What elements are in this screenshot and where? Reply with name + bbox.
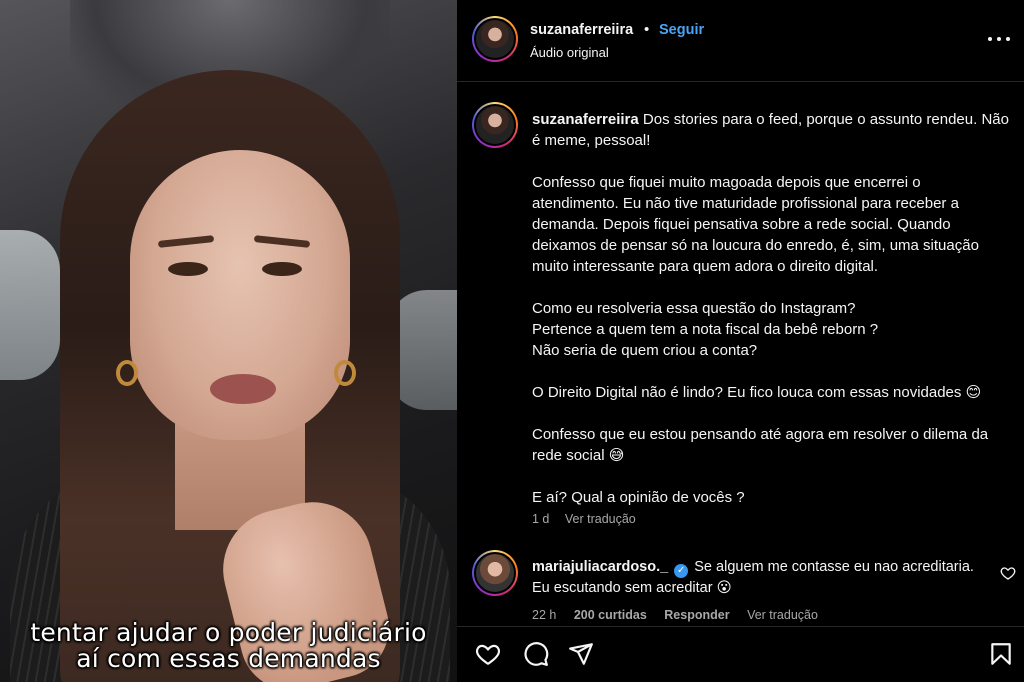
video-subtitle-line-1: tentar ajudar o poder judiciário	[30, 618, 427, 647]
heart-icon[interactable]	[475, 641, 501, 667]
commenter-avatar[interactable]	[472, 550, 518, 596]
more-dot	[988, 37, 992, 41]
original-audio-link[interactable]: Áudio original	[530, 45, 609, 60]
caption-body: Dos stories para o feed, porque o assunt…	[532, 111, 1009, 506]
separator-dot: •	[644, 21, 650, 38]
caption-text: suzanaferreiira Dos stories para o feed,…	[532, 109, 1010, 508]
person-mouth	[210, 374, 276, 404]
caption-meta: 1 d Ver tradução	[532, 512, 648, 526]
comment-timestamp[interactable]: 22 h	[532, 608, 556, 622]
comment-text: mariajuliacardoso._ ✓ Se alguem me conta…	[532, 557, 992, 598]
author-username-link[interactable]: suzanaferreiira	[530, 22, 633, 38]
caption-translate-link[interactable]: Ver tradução	[565, 512, 636, 526]
post-caption: suzanaferreiira Dos stories para o feed,…	[457, 82, 1024, 532]
comment-item: mariajuliacardoso._ ✓ Se alguem me conta…	[457, 540, 1024, 625]
post-panel: suzanaferreiira • Seguir Áudio original …	[457, 0, 1024, 682]
author-avatar[interactable]	[472, 16, 518, 62]
earring-left	[116, 360, 138, 386]
avatar-image	[474, 104, 516, 146]
person-eye-left	[168, 262, 208, 276]
comment-translate-link[interactable]: Ver tradução	[747, 608, 818, 622]
commenter-username-link[interactable]: mariajuliacardoso._	[532, 559, 668, 575]
more-options-icon[interactable]	[988, 31, 1010, 47]
reel-video[interactable]: tentar ajudar o poder judiciário aí com …	[0, 0, 457, 682]
reply-button[interactable]: Responder	[664, 608, 729, 622]
caption-username-link[interactable]: suzanaferreiira	[532, 111, 639, 128]
avatar-image	[474, 18, 516, 60]
avatar-image	[474, 552, 516, 594]
post-actions-bar	[457, 626, 1024, 682]
person-eye-right	[262, 262, 302, 276]
bookmark-icon[interactable]	[988, 641, 1014, 667]
car-window-left	[0, 230, 60, 380]
share-icon[interactable]	[568, 641, 594, 667]
comment-heart-icon[interactable]	[1000, 565, 1016, 581]
more-dot	[997, 37, 1001, 41]
more-dot	[1006, 37, 1010, 41]
video-subtitle-line-2: aí com essas demandas	[76, 644, 381, 673]
comment-meta: 22 h 200 curtidas Responder Ver tradução	[532, 608, 832, 622]
follow-button[interactable]: Seguir	[659, 22, 704, 38]
post-header: suzanaferreiira • Seguir Áudio original	[457, 0, 1024, 82]
verified-badge-icon: ✓	[674, 564, 689, 578]
comment-likes-count[interactable]: 200 curtidas	[574, 608, 647, 622]
earring-right	[334, 360, 356, 386]
comment-icon[interactable]	[523, 641, 549, 667]
caption-author-avatar[interactable]	[472, 102, 518, 148]
caption-timestamp[interactable]: 1 d	[532, 512, 549, 526]
